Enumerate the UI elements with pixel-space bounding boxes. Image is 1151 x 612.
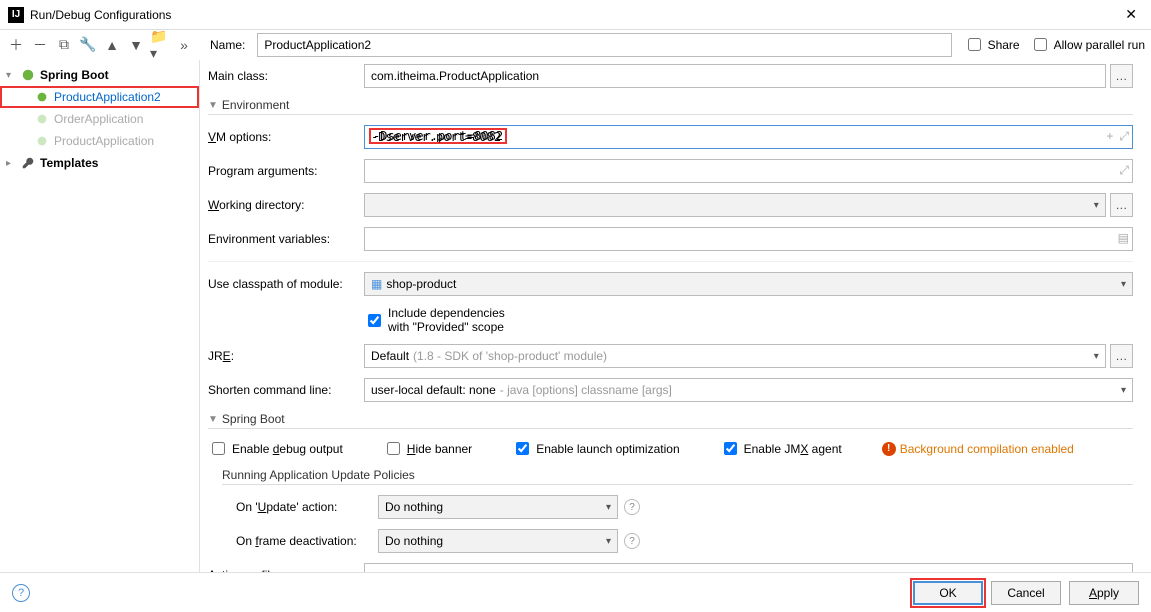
up-icon[interactable]: ▲	[102, 35, 122, 55]
expand-icon[interactable]: »	[174, 35, 194, 55]
add-icon[interactable]: ＋	[6, 35, 26, 55]
down-icon[interactable]: ▼	[126, 35, 146, 55]
tree-item-productapplication2[interactable]: ProductApplication2	[0, 86, 199, 108]
update-action-dropdown[interactable]: Do nothing	[378, 495, 618, 519]
working-dir-label: Working directory:	[208, 198, 364, 212]
config-tree: ▾ Spring Boot ProductApplication2 OrderA…	[0, 60, 200, 572]
tree-item-orderapplication[interactable]: OrderApplication	[0, 108, 199, 130]
update-action-label: On 'Update' action:	[236, 500, 378, 514]
plus-icon[interactable]: +	[1106, 129, 1113, 144]
app-logo: IJ	[8, 7, 24, 23]
launch-opt-checkbox[interactable]: Enable launch optimization	[512, 439, 679, 458]
bg-compile-warning: !Background compilation enabled	[882, 442, 1074, 456]
browse-button[interactable]: …	[1110, 344, 1133, 368]
help-icon[interactable]: ?	[624, 533, 640, 549]
springboot-section[interactable]: ▼Spring Boot	[208, 412, 1133, 429]
active-profiles-input[interactable]	[364, 563, 1133, 572]
help-icon[interactable]: ?	[624, 499, 640, 515]
vm-options-input[interactable]	[364, 125, 1133, 149]
classpath-label: Use classpath of module:	[208, 277, 364, 291]
share-checkbox[interactable]: Share	[964, 35, 1020, 54]
frame-deact-dropdown[interactable]: Do nothing	[378, 529, 618, 553]
shorten-label: Shorten command line:	[208, 383, 364, 397]
spring-icon	[34, 89, 50, 105]
program-args-input[interactable]	[364, 159, 1133, 183]
tree-node-templates[interactable]: ▸ Templates	[0, 152, 199, 174]
shorten-dropdown[interactable]: user-local default: none- java [options]…	[364, 378, 1133, 402]
main-class-label: Main class:	[208, 69, 364, 83]
include-provided-checkbox[interactable]: Include dependencies with "Provided" sco…	[364, 306, 520, 334]
close-icon[interactable]: ✕	[1119, 6, 1143, 23]
module-icon: ▦	[371, 277, 382, 291]
active-profiles-label: Active profiles:	[208, 568, 364, 572]
jre-label: JRE:	[208, 349, 364, 363]
jre-dropdown[interactable]: Default(1.8 - SDK of 'shop-product' modu…	[364, 344, 1106, 368]
help-icon[interactable]: ?	[12, 584, 30, 602]
env-vars-input[interactable]	[364, 227, 1133, 251]
tree-node-spring-boot[interactable]: ▾ Spring Boot	[0, 64, 199, 86]
tree-item-productapplication[interactable]: ProductApplication	[0, 130, 199, 152]
folder-icon[interactable]: 📁▾	[150, 35, 170, 55]
environment-section[interactable]: ▼Environment	[208, 98, 1133, 115]
warning-icon: !	[882, 442, 896, 456]
expand-field-icon[interactable]: ⤢	[1119, 129, 1129, 144]
program-args-label: Program arguments:	[208, 164, 364, 178]
ok-button[interactable]: OK	[913, 581, 983, 605]
list-icon[interactable]: ▤	[1118, 231, 1129, 245]
expand-field-icon[interactable]: ⤢	[1119, 163, 1129, 178]
enable-debug-checkbox[interactable]: Enable debug output	[208, 439, 343, 458]
spring-icon	[34, 133, 50, 149]
spring-icon	[20, 67, 36, 83]
wrench-icon	[20, 155, 36, 171]
name-label: Name:	[210, 38, 245, 52]
browse-button[interactable]: …	[1110, 64, 1133, 88]
cancel-button[interactable]: Cancel	[991, 581, 1061, 605]
remove-icon[interactable]: －	[30, 35, 50, 55]
vm-options-label: VM options:	[208, 130, 364, 144]
hide-banner-checkbox[interactable]: Hide banner	[383, 439, 472, 458]
env-vars-label: Environment variables:	[208, 232, 364, 246]
window-title: Run/Debug Configurations	[30, 8, 171, 22]
name-input[interactable]	[257, 33, 951, 57]
jmx-checkbox[interactable]: Enable JMX agent	[720, 439, 842, 458]
classpath-dropdown[interactable]: ▦ shop-product	[364, 272, 1133, 296]
apply-button[interactable]: Apply	[1069, 581, 1139, 605]
main-class-input[interactable]	[364, 64, 1106, 88]
copy-icon[interactable]: ⧉	[54, 35, 74, 55]
browse-button[interactable]: …	[1110, 193, 1133, 217]
parallel-checkbox[interactable]: Allow parallel run	[1030, 35, 1145, 54]
policies-header: Running Application Update Policies	[222, 468, 1133, 485]
wrench-icon[interactable]: 🔧	[78, 35, 98, 55]
frame-deact-label: On frame deactivation:	[236, 534, 378, 548]
working-dir-input[interactable]	[364, 193, 1106, 217]
spring-icon	[34, 111, 50, 127]
